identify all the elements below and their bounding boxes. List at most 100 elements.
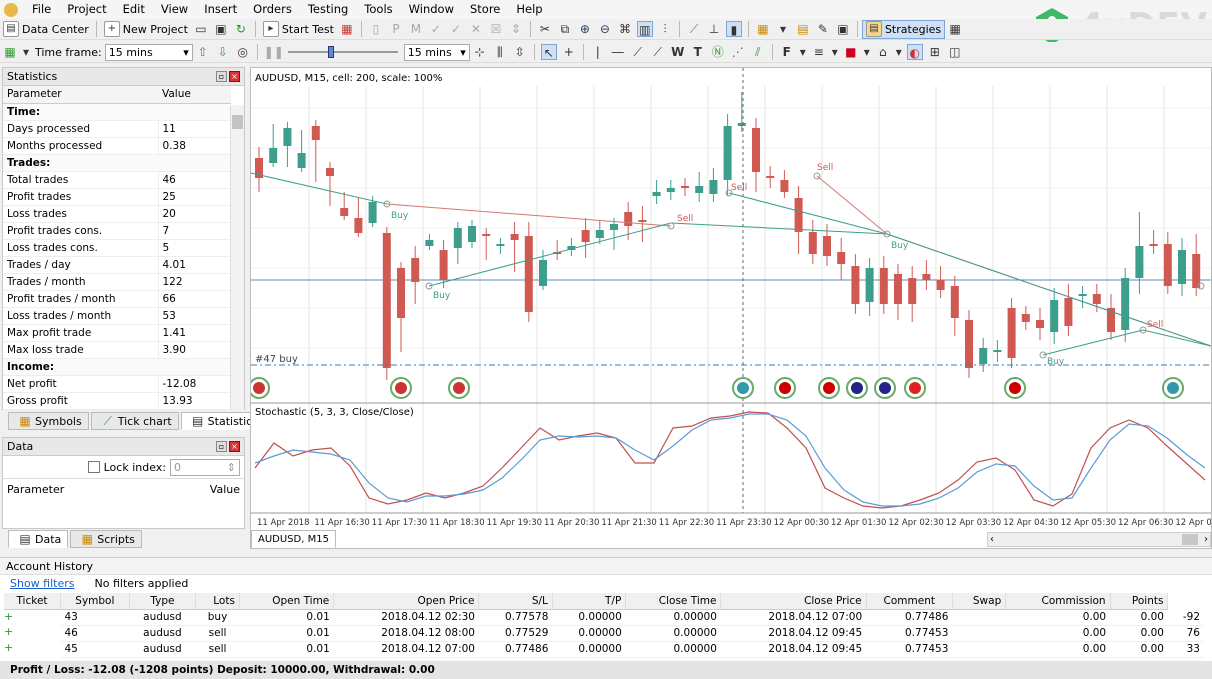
menu-file[interactable]: File xyxy=(24,0,59,19)
history-row[interactable]: + 45 audusd sell 0.01 2018.04.12 07:00 0.7748… xyxy=(4,641,1204,658)
chart-canvas[interactable]: AUDUSD, M15, cell: 200, scale: 100% Buy B… xyxy=(251,68,1211,548)
vertical-line-icon[interactable]: | xyxy=(590,44,606,60)
history-column-header[interactable]: S/L xyxy=(478,593,553,610)
calculator-icon[interactable]: ▦ xyxy=(947,21,963,37)
restore-icon[interactable]: ▫ xyxy=(216,71,227,82)
trend-line-icon[interactable]: ⟋ xyxy=(630,44,646,60)
crosshair-icon[interactable]: + xyxy=(561,44,577,60)
ray-icon[interactable]: ⟋ xyxy=(650,44,666,60)
statistics-row[interactable]: Profit trades / month 66 xyxy=(3,290,231,308)
history-column-header[interactable]: Type xyxy=(129,593,197,610)
bar-chart-icon[interactable]: ▥ xyxy=(636,21,653,37)
history-column-header[interactable]: Symbol xyxy=(60,593,130,610)
arrow-down-icon[interactable]: ⇩ xyxy=(215,44,231,60)
statistics-row[interactable]: Months processed 0.38 xyxy=(3,137,231,155)
magnet-icon[interactable]: ◐ xyxy=(906,44,923,60)
tab-symbols[interactable]: ▦ Symbols xyxy=(8,412,89,430)
statistics-row[interactable]: Loss trades cons. 5 xyxy=(3,239,231,257)
slider-thumb[interactable] xyxy=(327,46,334,58)
statistics-row[interactable]: Trades / day 4.01 xyxy=(3,256,231,274)
text-tool-icon[interactable]: W xyxy=(670,44,686,60)
statistics-row[interactable]: Loss trades / month 53 xyxy=(3,307,231,325)
tab-tick-chart[interactable]: ⟋ Tick chart xyxy=(90,412,179,430)
snap-grid-icon[interactable]: ⊞ xyxy=(927,44,943,60)
statistics-row[interactable]: Profit trades cons. 7 xyxy=(3,222,231,240)
chart-hscrollbar[interactable]: ‹ › xyxy=(987,532,1211,547)
dropdown-arrow-icon[interactable]: ▾ xyxy=(775,21,791,37)
scroll-thumb[interactable] xyxy=(1182,534,1198,545)
restore-icon[interactable]: ▫ xyxy=(216,441,227,452)
history-column-header[interactable]: Commission xyxy=(1005,593,1111,610)
market-order-icon[interactable]: M xyxy=(408,21,424,37)
horizontal-line-icon[interactable]: ― xyxy=(610,44,626,60)
statistics-row[interactable]: Max loss trade 3.90 xyxy=(3,341,231,359)
copy-icon[interactable]: ⧉ xyxy=(557,21,573,37)
tab-scripts[interactable]: ▦ Scripts xyxy=(70,530,142,548)
expand-icon[interactable]: + xyxy=(4,610,13,623)
objects-icon[interactable]: ▤ xyxy=(795,21,811,37)
price-chart[interactable]: AUDUSD, M15, cell: 200, scale: 100% Buy B… xyxy=(250,67,1212,549)
close-icon[interactable]: × xyxy=(229,71,240,82)
arrow-up-icon[interactable]: ⇧ xyxy=(195,44,211,60)
refresh-icon[interactable]: ↻ xyxy=(233,21,249,37)
dropdown-arrow-icon[interactable]: ▾ xyxy=(22,44,30,60)
history-column-header[interactable]: T/P xyxy=(552,593,627,610)
grid-lines-icon[interactable]: ≡ xyxy=(811,44,827,60)
dropdown-arrow-icon[interactable]: ▾ xyxy=(895,44,903,60)
lock-index-input[interactable]: 0 ⇕ xyxy=(170,458,240,476)
new-order-icon[interactable]: ▯ xyxy=(368,21,384,37)
history-column-header[interactable]: Swap xyxy=(952,593,1007,610)
show-filters-link[interactable]: Show filters xyxy=(10,575,75,593)
history-row[interactable]: + 43 audusd buy 0.01 2018.04.12 02:30 0.77578… xyxy=(4,609,1204,626)
templates-icon[interactable]: ▦ xyxy=(755,21,771,37)
menu-view[interactable]: View xyxy=(153,0,196,19)
statistics-row[interactable]: Loss trades 20 xyxy=(3,205,231,223)
close-icon[interactable]: × xyxy=(229,441,240,452)
statistics-row[interactable]: Profit trades 25 xyxy=(3,188,231,206)
open-folder-icon[interactable]: ▭ xyxy=(193,21,209,37)
statistics-row[interactable]: Gross profit 13.93 xyxy=(3,392,231,410)
save-icon[interactable]: ▣ xyxy=(213,21,229,37)
statistics-row[interactable]: Net profit -12.08 xyxy=(3,375,231,393)
binoculars-icon[interactable]: ⌘ xyxy=(617,21,633,37)
statistics-row[interactable]: Total trades 46 xyxy=(3,171,231,189)
speed-slider[interactable] xyxy=(287,44,398,60)
statistics-row[interactable]: Days processed 11 xyxy=(3,120,231,138)
step-tick-icon[interactable]: ⇳ xyxy=(512,44,528,60)
channel-icon[interactable]: ⫽ xyxy=(750,44,766,60)
menu-insert[interactable]: Insert xyxy=(196,0,245,19)
menu-edit[interactable]: Edit xyxy=(115,0,153,19)
expand-icon[interactable]: + xyxy=(4,641,13,654)
history-column-header[interactable]: Open Price xyxy=(333,593,480,610)
expand-icon[interactable]: + xyxy=(4,625,13,638)
menu-help[interactable]: Help xyxy=(508,0,550,19)
speed-select[interactable]: 15 mins ▾ xyxy=(403,43,470,61)
close-order-icon[interactable]: ✓ xyxy=(448,21,464,37)
menu-project[interactable]: Project xyxy=(59,0,114,19)
statistics-scrollbar[interactable] xyxy=(230,105,244,410)
history-column-header[interactable]: Close Time xyxy=(625,593,722,610)
pause-icon[interactable]: ❚❚ xyxy=(264,44,284,60)
step-icon[interactable]: ⊹ xyxy=(472,44,488,60)
history-column-header[interactable]: Lots xyxy=(195,593,240,610)
dropdown-arrow-icon[interactable]: ▾ xyxy=(831,44,839,60)
statistics-row[interactable]: Max profit trade 1.41 xyxy=(3,324,231,342)
order-tools-icon[interactable]: ⇕ xyxy=(508,21,524,37)
history-column-header[interactable]: Close Price xyxy=(720,593,867,610)
screenshot-icon[interactable]: ▣ xyxy=(835,21,851,37)
start-test-button[interactable]: ▸ Start Test xyxy=(260,20,337,39)
scroll-left-icon[interactable]: ‹ xyxy=(990,534,994,545)
test-settings-icon[interactable]: ▦ xyxy=(339,21,355,37)
history-column-header[interactable]: Comment xyxy=(866,593,953,610)
fibonacci-icon[interactable]: ⋰ xyxy=(730,44,746,60)
delete-order-icon[interactable]: ✕ xyxy=(468,21,484,37)
history-column-header[interactable]: Open Time xyxy=(239,593,335,610)
menu-tools[interactable]: Tools xyxy=(356,0,400,19)
lock-index-checkbox[interactable] xyxy=(87,461,100,473)
menu-store[interactable]: Store xyxy=(462,0,508,19)
color-picker-icon[interactable]: ■ xyxy=(843,44,859,60)
history-row[interactable]: + 46 audusd sell 0.01 2018.04.12 08:00 0.7752… xyxy=(4,625,1204,642)
history-column-header[interactable]: Points xyxy=(1110,593,1169,610)
menu-orders[interactable]: Orders xyxy=(245,0,300,19)
line-chart-icon[interactable]: ⟋ xyxy=(686,21,702,37)
